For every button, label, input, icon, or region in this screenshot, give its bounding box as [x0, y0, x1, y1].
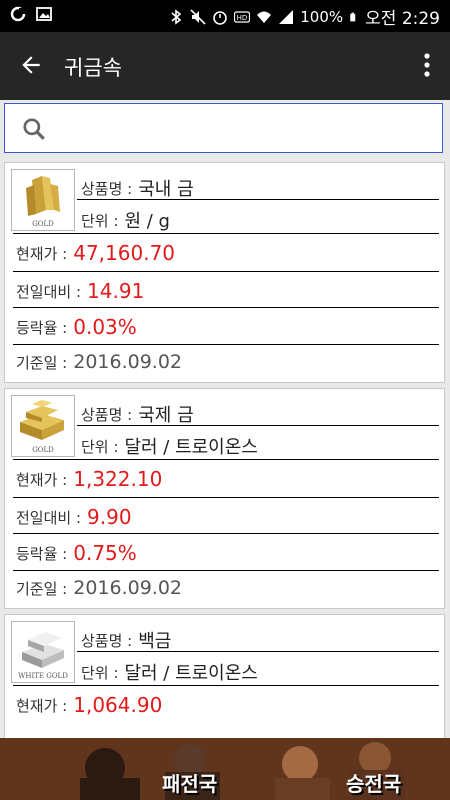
divider [77, 651, 439, 652]
thumb-caption: GOLD [32, 446, 54, 454]
divider [13, 233, 439, 234]
svg-text:HD: HD [237, 14, 248, 22]
battery-icon [350, 12, 356, 21]
divider [13, 685, 439, 686]
unit-label: 단위 : [81, 437, 119, 456]
gold-bars-image: GOLD [11, 169, 75, 231]
item-rate: 0.03% [73, 315, 137, 339]
search-input[interactable] [59, 114, 433, 144]
name-label: 상품명 : [81, 405, 133, 424]
clock-time: 오전 2:29 [365, 9, 440, 29]
item-name: 백금 [138, 631, 172, 652]
back-arrow-icon[interactable] [18, 52, 44, 78]
status-bar: HD 100% 오전 2:29 [0, 0, 450, 32]
change-label: 전일대비 : [16, 282, 82, 301]
list-item[interactable]: GOLD 상품명 : 국제 금 단위 : 달러 / 트로이온스 현재가 : 1,322… [4, 388, 445, 609]
item-rate: 0.75% [73, 541, 137, 565]
change-label: 전일대비 : [16, 508, 82, 527]
divider [13, 497, 439, 498]
item-change: 14.91 [87, 279, 145, 303]
divider [13, 271, 439, 272]
item-unit: 달러 / 트로이온스 [124, 663, 258, 684]
price-label: 현재가 : [16, 470, 68, 489]
battery-percent: 100% [300, 7, 344, 26]
thumb-caption: GOLD [32, 220, 54, 228]
price-label: 현재가 : [16, 696, 68, 715]
search-box[interactable] [4, 103, 443, 153]
ad-text-left: 패전국 [162, 772, 218, 796]
metal-list[interactable]: GOLD 상품명 : 국내 금 단위 :원 / g 현재가 :47,160.70 … [4, 162, 447, 738]
ad-text-right: 승전국 [346, 772, 402, 796]
unit-label: 단위 : [81, 211, 119, 230]
item-date: 2016.09.02 [73, 351, 183, 373]
mute-icon [190, 8, 206, 25]
item-price: 47,160.70 [73, 241, 176, 265]
white-gold-bars-image: WHITE GOLD [11, 621, 75, 683]
list-item[interactable]: GOLD 상품명 : 국내 금 단위 :원 / g 현재가 :47,160.70 … [4, 162, 445, 383]
ad-banner[interactable]: 패전국 승전국 [0, 738, 450, 800]
signal-icon [279, 9, 294, 24]
gold-bars-image: GOLD [11, 395, 75, 457]
app-notification-icon [10, 6, 26, 22]
item-unit: 달러 / 트로이온스 [124, 437, 258, 458]
date-label: 기준일 : [16, 579, 68, 598]
unit-label: 단위 : [81, 663, 119, 682]
item-name: 국내 금 [138, 179, 194, 200]
thumb-caption: WHITE GOLD [18, 672, 68, 680]
divider [13, 307, 439, 308]
search-icon [23, 118, 45, 140]
name-label: 상품명 : [81, 179, 133, 198]
item-name: 국제 금 [138, 405, 194, 426]
bluetooth-icon [171, 8, 182, 25]
image-notification-icon [36, 7, 52, 21]
divider [77, 199, 439, 200]
price-label: 현재가 : [16, 244, 68, 263]
divider [13, 344, 439, 345]
name-label: 상품명 : [81, 631, 133, 650]
item-change: 9.90 [87, 505, 132, 529]
app-bar: 귀금속 [0, 32, 450, 100]
item-price: 1,064.90 [73, 693, 163, 717]
wifi-icon [257, 11, 272, 23]
more-options-icon[interactable] [420, 52, 434, 78]
rate-label: 등락율 : [16, 318, 68, 337]
divider [13, 459, 439, 460]
page-title: 귀금속 [64, 56, 122, 80]
alarm-icon [213, 10, 228, 25]
item-unit: 원 / g [124, 211, 170, 232]
item-date: 2016.09.02 [73, 577, 183, 599]
divider [13, 533, 439, 534]
divider [77, 425, 439, 426]
hd-icon: HD [234, 10, 251, 23]
rate-label: 등락율 : [16, 544, 68, 563]
item-price: 1,322.10 [73, 467, 163, 491]
list-item[interactable]: WHITE GOLD 상품명 : 백금 단위 : 달러 / 트로이온스 현재가 : 1… [4, 614, 445, 738]
divider [13, 570, 439, 571]
date-label: 기준일 : [16, 353, 68, 372]
